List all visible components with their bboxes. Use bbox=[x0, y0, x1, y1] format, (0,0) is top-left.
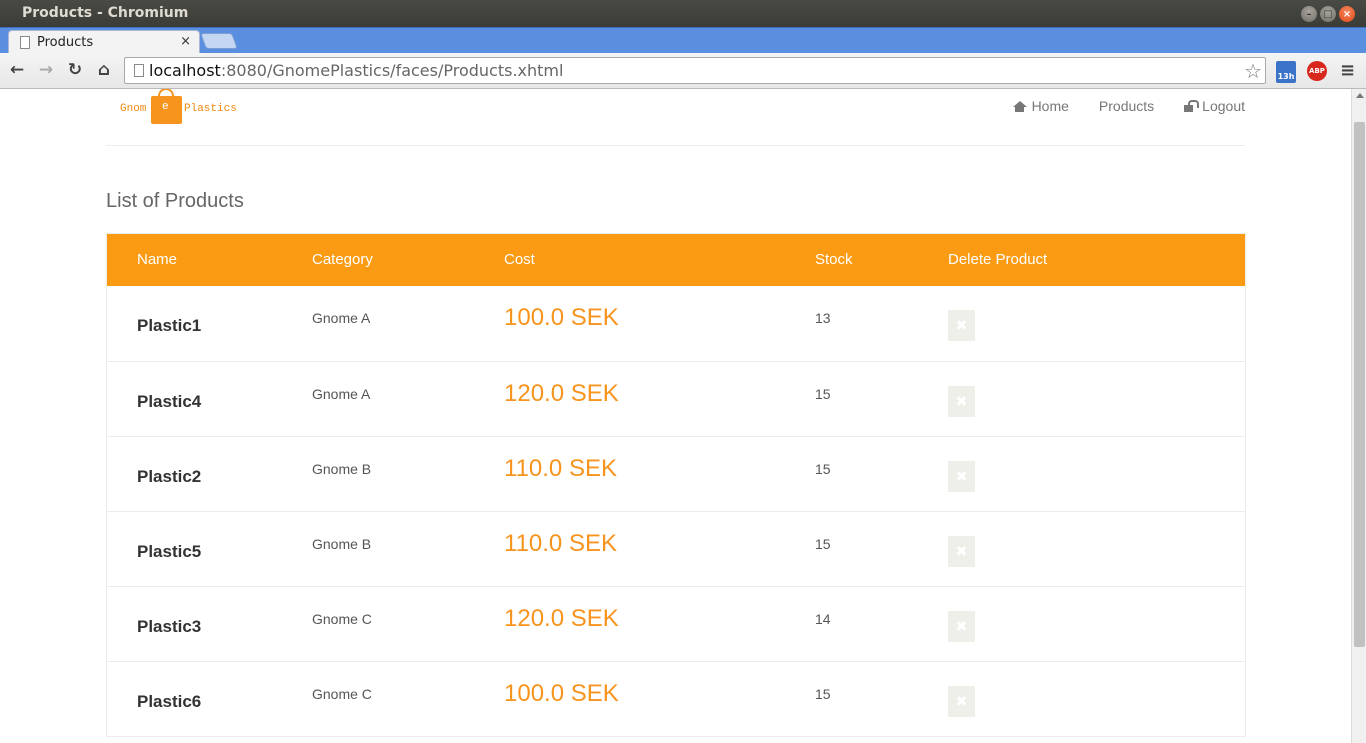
product-name: Plastic1 bbox=[137, 316, 202, 335]
product-category: Gnome A bbox=[312, 386, 371, 402]
product-cost: 110.0 SEK bbox=[504, 530, 617, 557]
delete-product-button[interactable]: ✖ bbox=[948, 686, 975, 717]
site-nav: Home Products Logout bbox=[1012, 98, 1245, 114]
product-cost: 110.0 SEK bbox=[504, 455, 617, 482]
product-stock: 15 bbox=[815, 686, 831, 702]
bookmark-star-icon[interactable]: ☆ bbox=[1244, 59, 1262, 83]
product-name: Plastic4 bbox=[137, 392, 202, 411]
product-stock: 15 bbox=[815, 461, 831, 477]
reload-icon[interactable]: ↻ bbox=[65, 60, 85, 80]
nav-products-label: Products bbox=[1098, 98, 1155, 114]
product-stock: 15 bbox=[815, 386, 831, 402]
calendar-extension-icon[interactable]: 13h bbox=[1276, 61, 1296, 83]
product-stock: 13 bbox=[815, 310, 831, 326]
maximize-button[interactable]: □ bbox=[1320, 6, 1336, 22]
address-bar[interactable]: localhost:8080/GnomePlastics/faces/Produ… bbox=[124, 57, 1266, 84]
delete-product-button[interactable]: ✖ bbox=[948, 386, 975, 417]
forward-arrow-icon[interactable]: → bbox=[36, 60, 56, 80]
product-name: Plastic5 bbox=[137, 542, 202, 561]
product-cost: 120.0 SEK bbox=[504, 380, 619, 407]
table-row: Plastic6 Gnome C 100.0 SEK 15 ✖ bbox=[107, 661, 1245, 736]
delete-product-button[interactable]: ✖ bbox=[948, 536, 975, 567]
table-row: Plastic3 Gnome C 120.0 SEK 14 ✖ bbox=[107, 586, 1245, 661]
logo-text-left: Gnom bbox=[120, 103, 147, 115]
product-category: Gnome B bbox=[312, 461, 372, 477]
product-category: Gnome B bbox=[312, 536, 372, 552]
page-icon bbox=[20, 36, 30, 49]
tab-strip: Products × bbox=[0, 27, 1366, 54]
column-header-name: Name bbox=[137, 251, 178, 268]
window-controls: – □ × bbox=[1301, 6, 1355, 22]
nav-logout-label: Logout bbox=[1202, 98, 1245, 114]
hamburger-menu-icon[interactable]: ≡ bbox=[1340, 60, 1355, 81]
product-cost: 100.0 SEK bbox=[504, 680, 619, 707]
product-stock: 15 bbox=[815, 536, 831, 552]
table-body: Plastic1 Gnome A 100.0 SEK 13 ✖ Plastic4… bbox=[107, 286, 1245, 736]
column-header-cost: Cost bbox=[504, 251, 535, 268]
nav-logout[interactable]: Logout bbox=[1184, 98, 1245, 114]
nav-products[interactable]: Products bbox=[1099, 98, 1154, 114]
product-category: Gnome C bbox=[312, 611, 372, 627]
window-titlebar: Products - Chromium – □ × bbox=[0, 0, 1366, 27]
table-row: Plastic4 Gnome A 120.0 SEK 15 ✖ bbox=[107, 361, 1245, 436]
column-header-stock: Stock bbox=[815, 251, 853, 268]
delete-product-button[interactable]: ✖ bbox=[948, 310, 975, 341]
unlock-icon bbox=[1184, 100, 1200, 112]
tab-title: Products bbox=[37, 35, 94, 50]
scrollbar-thumb[interactable] bbox=[1354, 122, 1365, 647]
home-icon bbox=[1012, 100, 1027, 112]
product-stock: 14 bbox=[815, 611, 831, 627]
page-title: List of Products bbox=[106, 190, 244, 212]
product-category: Gnome C bbox=[312, 686, 372, 702]
product-name: Plastic6 bbox=[137, 692, 202, 711]
nav-home[interactable]: Home bbox=[1012, 98, 1069, 114]
page-info-icon[interactable] bbox=[134, 64, 144, 77]
new-tab-button[interactable] bbox=[200, 33, 238, 49]
tab-close-icon[interactable]: × bbox=[180, 34, 191, 49]
logo-text-right: Plastics bbox=[184, 103, 237, 115]
nav-home-label: Home bbox=[1031, 98, 1069, 114]
delete-product-button[interactable]: ✖ bbox=[948, 461, 975, 492]
column-header-category: Category bbox=[312, 251, 373, 268]
minimize-button[interactable]: – bbox=[1301, 6, 1317, 22]
table-header: Name Category Cost Stock Delete Product bbox=[107, 234, 1245, 286]
window-title: Products - Chromium bbox=[22, 5, 189, 21]
vertical-scrollbar[interactable] bbox=[1351, 89, 1366, 743]
delete-product-button[interactable]: ✖ bbox=[948, 611, 975, 642]
home-page-icon[interactable]: ⌂ bbox=[94, 60, 114, 80]
table-row: Plastic2 Gnome B 110.0 SEK 15 ✖ bbox=[107, 436, 1245, 511]
logo-letter: e bbox=[162, 101, 169, 113]
back-arrow-icon[interactable]: ← bbox=[7, 60, 27, 80]
table-row: Plastic1 Gnome A 100.0 SEK 13 ✖ bbox=[107, 286, 1245, 361]
product-cost: 100.0 SEK bbox=[504, 304, 619, 331]
scroll-up-arrow-icon[interactable] bbox=[1356, 93, 1364, 98]
adblock-extension-icon[interactable]: ABP bbox=[1307, 61, 1327, 81]
close-window-button[interactable]: × bbox=[1339, 6, 1355, 22]
products-table: Name Category Cost Stock Delete Product … bbox=[106, 233, 1246, 737]
product-name: Plastic2 bbox=[137, 467, 202, 486]
product-cost: 120.0 SEK bbox=[504, 605, 619, 632]
column-header-delete: Delete Product bbox=[948, 251, 1048, 268]
url-text[interactable]: localhost:8080/GnomePlastics/faces/Produ… bbox=[149, 61, 563, 80]
page-viewport: Gnom e Plastics Home Products Logout Lis… bbox=[0, 89, 1351, 743]
product-category: Gnome A bbox=[312, 310, 371, 326]
product-name: Plastic3 bbox=[137, 617, 202, 636]
site-logo[interactable]: Gnom e Plastics bbox=[120, 89, 250, 127]
header-divider bbox=[106, 145, 1245, 146]
browser-toolbar: ← → ↻ ⌂ localhost:8080/GnomePlastics/fac… bbox=[0, 53, 1366, 89]
table-row: Plastic5 Gnome B 110.0 SEK 15 ✖ bbox=[107, 511, 1245, 586]
tab-products[interactable]: Products × bbox=[8, 30, 200, 54]
